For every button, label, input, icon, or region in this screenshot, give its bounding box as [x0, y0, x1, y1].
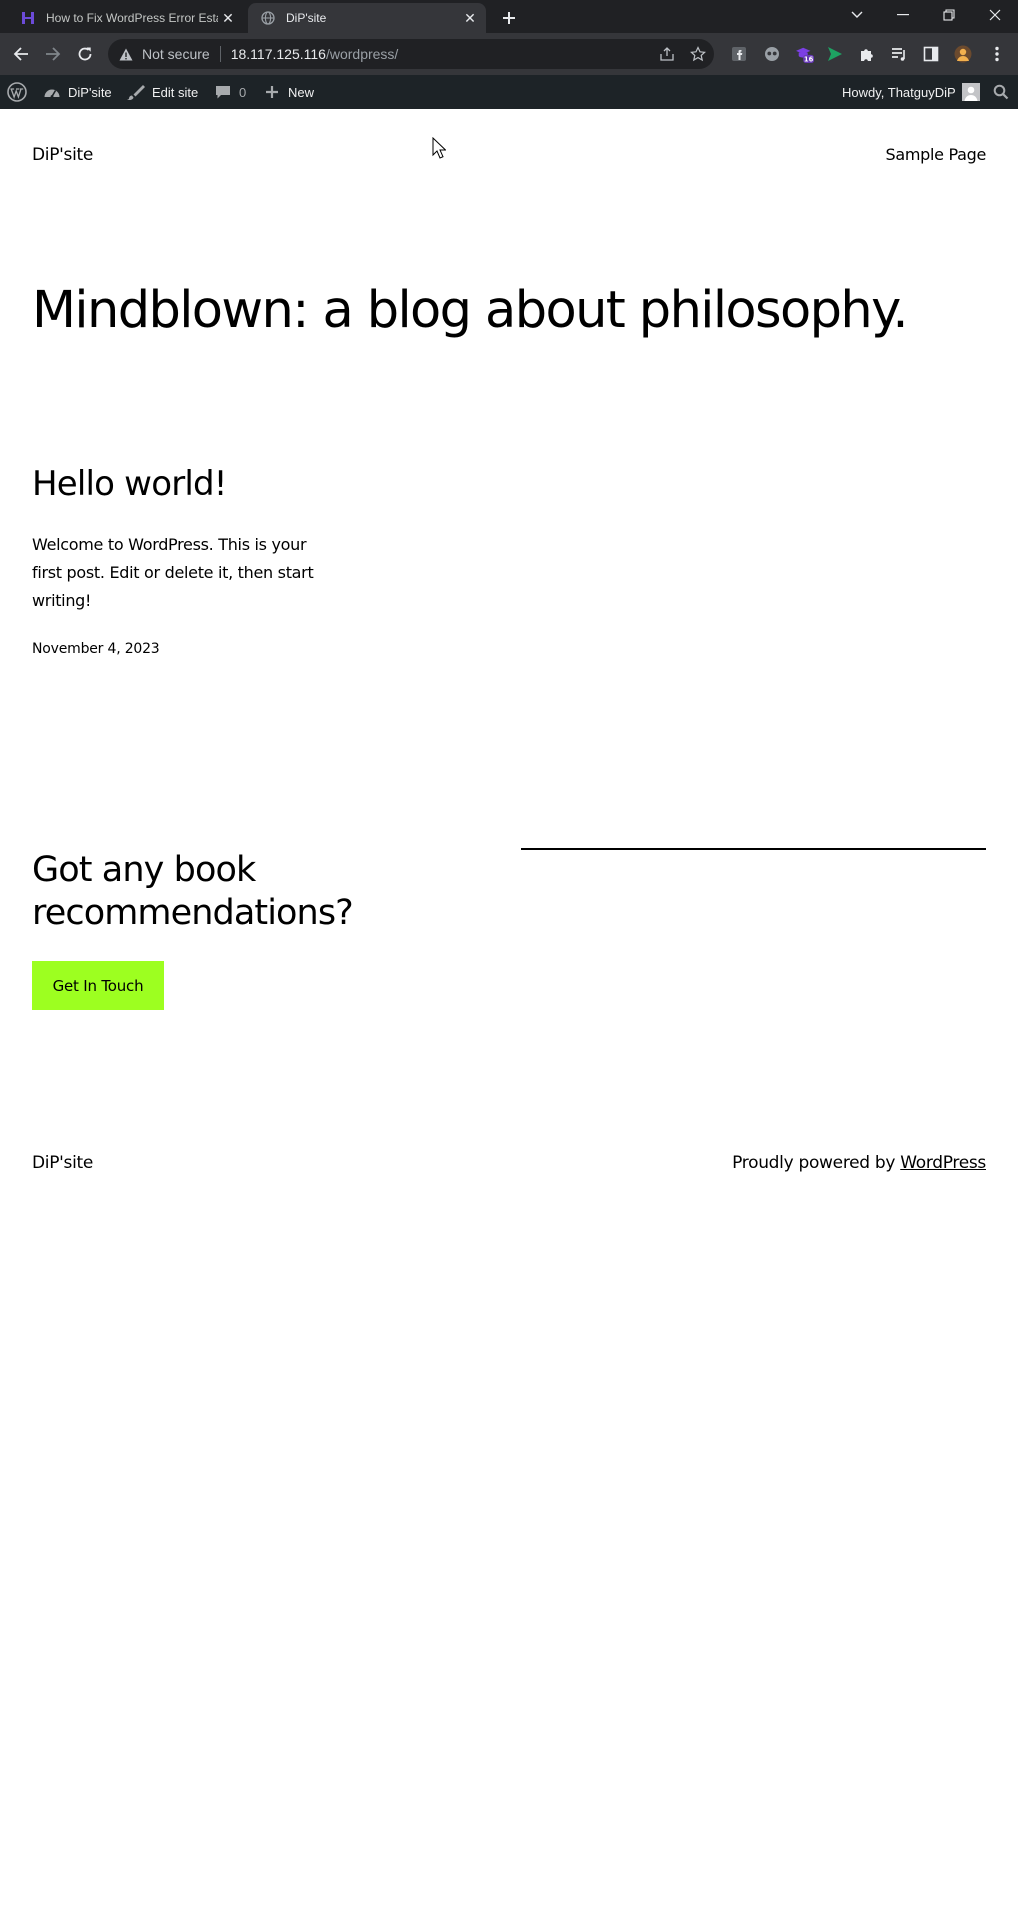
extension-send-icon[interactable] — [826, 45, 844, 63]
comment-bubble-icon — [213, 82, 233, 102]
post-title[interactable]: Hello world! — [32, 464, 227, 504]
dashboard-gauge-icon — [42, 82, 62, 102]
browser-toolbar: Not secure 18.117.125.116/wordpress/ 16 — [0, 33, 1018, 75]
tab-title: How to Fix WordPress Error Esta — [46, 11, 218, 25]
avatar — [961, 83, 980, 101]
admin-bar-site-name[interactable]: DiP'site — [42, 75, 112, 109]
tab-how-to-fix[interactable]: How to Fix WordPress Error Esta ✕ — [8, 3, 244, 33]
footer-credit: Proudly powered by WordPress — [732, 1153, 986, 1173]
globe-icon — [260, 10, 276, 26]
minimize-icon — [897, 14, 909, 16]
site-title[interactable]: DiP'site — [32, 145, 93, 165]
edit-brush-icon — [126, 82, 146, 102]
address-bar[interactable]: Not secure 18.117.125.116/wordpress/ — [108, 39, 714, 69]
reading-list-icon[interactable] — [890, 45, 908, 63]
admin-bar-new[interactable]: New — [262, 75, 314, 109]
footer-credit-prefix: Proudly powered by — [732, 1153, 901, 1173]
h-logo-icon — [20, 10, 36, 26]
page-heading: Mindblown: a blog about philosophy. — [32, 281, 909, 340]
forward-button[interactable] — [41, 42, 65, 66]
bookmark-star-icon[interactable] — [690, 46, 706, 62]
admin-bar-account[interactable]: Howdy, ThatguyDiP — [842, 75, 980, 109]
extensions-puzzle-icon[interactable] — [858, 45, 876, 63]
arrow-left-icon — [13, 47, 28, 61]
side-panel-icon[interactable] — [922, 45, 940, 63]
admin-bar-comments[interactable]: 0 — [213, 75, 246, 109]
plus-icon — [503, 12, 515, 24]
extension-badge: 16 — [804, 55, 814, 63]
minimize-button[interactable] — [880, 0, 926, 30]
admin-bar-edit-site[interactable]: Edit site — [126, 75, 198, 109]
get-in-touch-button[interactable]: Get In Touch — [32, 961, 164, 1010]
extension-f-icon[interactable] — [730, 45, 748, 63]
wordpress-logo-icon — [7, 82, 27, 102]
extension-mask-icon[interactable] — [763, 45, 781, 63]
address-divider — [219, 46, 221, 62]
close-icon — [989, 9, 1001, 21]
back-button[interactable] — [9, 42, 33, 66]
new-tab-button[interactable] — [496, 5, 522, 31]
plus-icon — [262, 82, 282, 102]
wordpress-logo-button[interactable] — [7, 75, 27, 109]
restore-button[interactable] — [926, 0, 972, 30]
post-excerpt: Welcome to WordPress. This is your first… — [32, 535, 314, 610]
share-icon[interactable] — [659, 46, 675, 62]
close-tab-icon[interactable]: ✕ — [460, 8, 480, 28]
comment-count: 0 — [239, 84, 247, 100]
cta-heading: Got any book recommendations? — [32, 850, 354, 933]
browser-tab-strip: How to Fix WordPress Error Esta ✕ DiP'si… — [0, 0, 1018, 33]
site-page: DiP'site Sample Page Mindblown: a blog a… — [0, 109, 1018, 1920]
url-host: 18.117.125.116 — [230, 46, 326, 62]
url-path: /wordpress/ — [325, 46, 399, 62]
admin-bar-greeting: Howdy, ThatguyDiP — [842, 84, 956, 100]
warning-triangle-icon[interactable] — [118, 46, 134, 62]
reload-icon — [78, 47, 92, 61]
nav-link-sample-page[interactable]: Sample Page — [885, 145, 986, 164]
admin-bar-search[interactable] — [993, 75, 1009, 109]
tab-search-button[interactable] — [834, 0, 880, 30]
wordpress-link[interactable]: WordPress — [900, 1153, 986, 1173]
chevron-down-icon — [851, 11, 863, 18]
arrow-right-icon — [46, 47, 61, 61]
tab-title: DiP'site — [286, 11, 327, 25]
admin-bar-new-label: New — [288, 84, 315, 100]
security-label[interactable]: Not secure — [142, 46, 210, 62]
admin-bar-edit-label: Edit site — [152, 84, 199, 100]
restore-icon — [943, 9, 955, 21]
close-tab-icon[interactable]: ✕ — [218, 8, 238, 28]
mouse-cursor-icon — [432, 137, 446, 159]
footer-site-title[interactable]: DiP'site — [32, 1153, 93, 1173]
admin-bar-site-label: DiP'site — [68, 84, 112, 100]
reload-button[interactable] — [73, 42, 97, 66]
wp-admin-bar: DiP'site Edit site 0 New Howdy, ThatguyD… — [0, 75, 1018, 109]
close-window-button[interactable] — [972, 0, 1018, 30]
tab-dipsite[interactable]: DiP'site ✕ — [248, 3, 486, 33]
profile-avatar-icon[interactable] — [954, 45, 972, 63]
search-icon — [993, 84, 1009, 100]
separator-line — [521, 848, 986, 850]
post-date[interactable]: November 4, 2023 — [32, 641, 160, 657]
extension-graduation-cap-icon[interactable]: 16 — [796, 45, 814, 63]
menu-kebab-icon[interactable] — [988, 45, 1006, 63]
